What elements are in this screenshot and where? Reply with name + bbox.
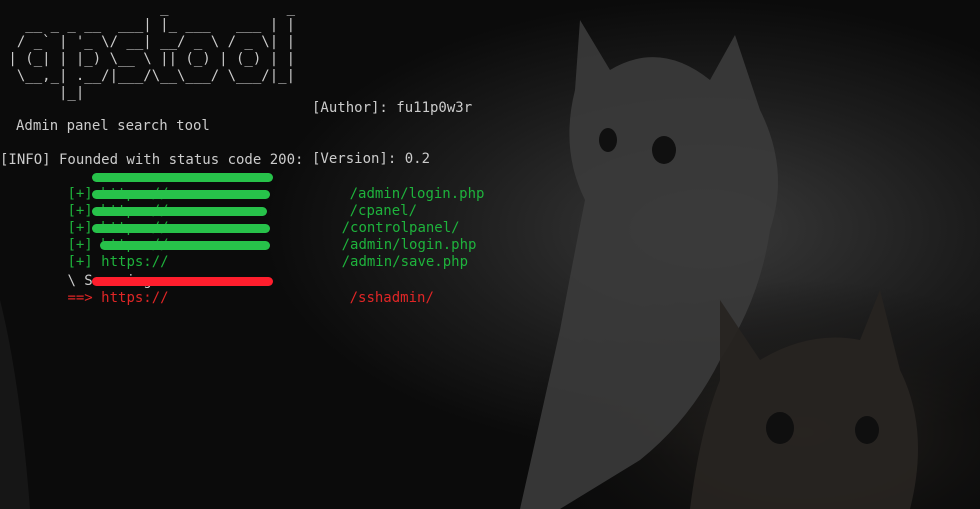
ascii-banner: _ _ __ _ _ __ ___| |_ ___ ___ | | / _` |… xyxy=(8,0,296,101)
current-target-line: ==> https:// /sshadmin/ xyxy=(0,273,980,306)
terminal-window[interactable]: _ _ __ _ _ __ ___| |_ ___ ___ | | / _` |… xyxy=(0,0,980,509)
author-line: [Author]: fu11p0w3r xyxy=(312,100,473,116)
result-line: [+] https:///admin/save.php xyxy=(0,237,980,270)
scan-log: [INFO] Founded with status code 200: [+]… xyxy=(0,152,980,306)
redaction-bar xyxy=(92,224,270,233)
result-line: [+] https:///controlpanel/ xyxy=(0,203,980,236)
scanning-status: \ Scanning... xyxy=(0,256,980,289)
result-line: [+] https:///admin/login.php xyxy=(0,220,980,253)
kitten2-eye-left xyxy=(766,412,794,444)
kitten-eye-left xyxy=(599,128,617,152)
kitten2-eye-right xyxy=(855,416,879,444)
redaction-bar xyxy=(92,207,267,216)
redaction-bar xyxy=(92,190,270,199)
current-path: /sshadmin/ xyxy=(349,290,434,306)
current-prefix: ==> https:// xyxy=(67,290,169,306)
result-line: [+] https:///cpanel/ xyxy=(0,186,980,219)
info-line: [INFO] Founded with status code 200: xyxy=(0,152,304,168)
result-line: [+] https:///admin/login.php xyxy=(0,169,980,202)
redaction-bar xyxy=(92,173,273,182)
redaction-bar xyxy=(92,277,273,286)
tagline: Admin panel search tool xyxy=(16,118,210,134)
redaction-bar xyxy=(100,241,270,250)
